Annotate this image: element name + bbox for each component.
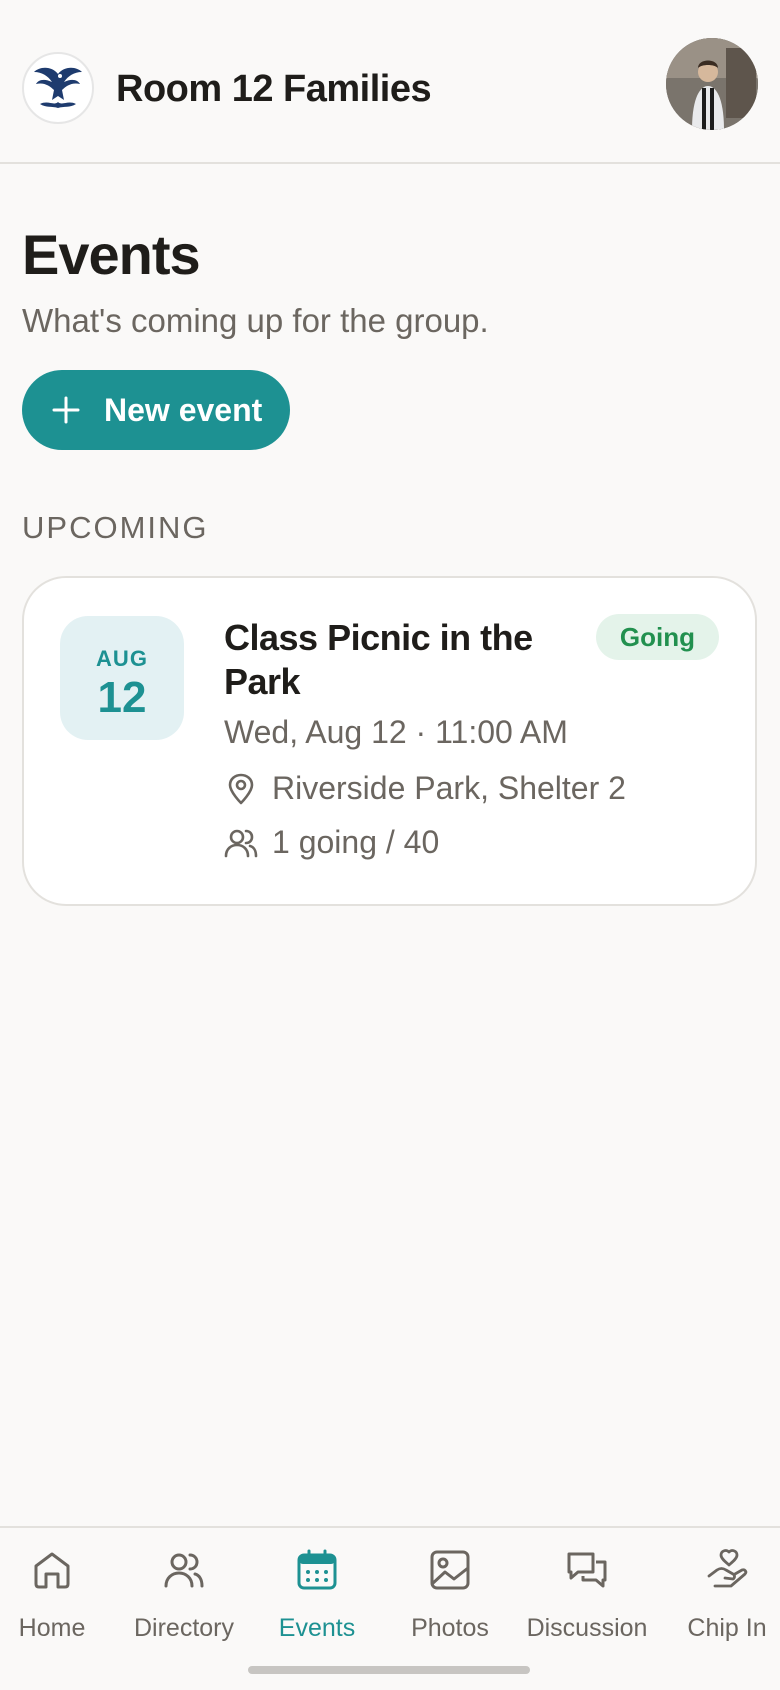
tab-home-label: Home: [18, 1614, 86, 1642]
tab-photos-label: Photos: [411, 1614, 489, 1642]
tab-events-label: Events: [278, 1614, 356, 1642]
user-avatar[interactable]: [666, 38, 758, 130]
app-title: Room 12 Families: [116, 68, 432, 110]
eagle-logo-icon[interactable]: [22, 52, 94, 124]
home-icon: [34, 1552, 70, 1589]
tab-chip-in-label: Chip In: [687, 1614, 767, 1642]
event-card[interactable]: AUG 12 Class Picnic in the Park Going We…: [22, 576, 757, 906]
calendar-icon: [297, 1549, 337, 1590]
event-attendance: 1 going / 40: [272, 824, 440, 860]
section-upcoming: UPCOMING: [22, 510, 209, 545]
new-event-label: New event: [104, 391, 263, 428]
page-title: Events: [22, 223, 201, 286]
home-indicator: [248, 1666, 530, 1674]
tab-directory-label: Directory: [133, 1614, 234, 1642]
event-title: Class Picnic in the Park: [224, 617, 533, 702]
tab-directory[interactable]: Directory: [124, 1548, 244, 1643]
event-location: Riverside Park, Shelter 2: [272, 770, 626, 806]
hand-heart-icon: [707, 1549, 748, 1588]
page-subtitle: What's coming up for the group.: [22, 302, 489, 339]
tab-events[interactable]: Events: [272, 1548, 362, 1643]
event-attendance-row: 1 going / 40: [224, 824, 439, 861]
event-day: 12: [97, 673, 147, 722]
people-icon: [224, 829, 258, 857]
event-datetime: Wed, Aug 12 · 11:00 AM: [224, 714, 568, 750]
tab-photos[interactable]: Photos: [404, 1548, 496, 1643]
tab-chip-in[interactable]: Chip In: [682, 1548, 772, 1643]
event-location-row: Riverside Park, Shelter 2: [224, 770, 626, 807]
event-date-box: AUG 12: [60, 616, 184, 740]
map-pin-icon: [228, 773, 254, 804]
tab-home[interactable]: Home: [16, 1548, 88, 1643]
app-header: Room 12 Families: [0, 0, 780, 164]
tab-discussion-label: Discussion: [526, 1614, 648, 1642]
plus-icon: [52, 396, 80, 424]
image-icon: [430, 1550, 470, 1590]
event-month: AUG: [96, 646, 148, 671]
rsvp-status-badge[interactable]: Going: [595, 614, 719, 660]
new-event-button[interactable]: New event: [22, 370, 290, 450]
tab-discussion[interactable]: Discussion: [522, 1548, 652, 1643]
people-icon: [164, 1553, 204, 1588]
chat-icon: [567, 1552, 607, 1588]
